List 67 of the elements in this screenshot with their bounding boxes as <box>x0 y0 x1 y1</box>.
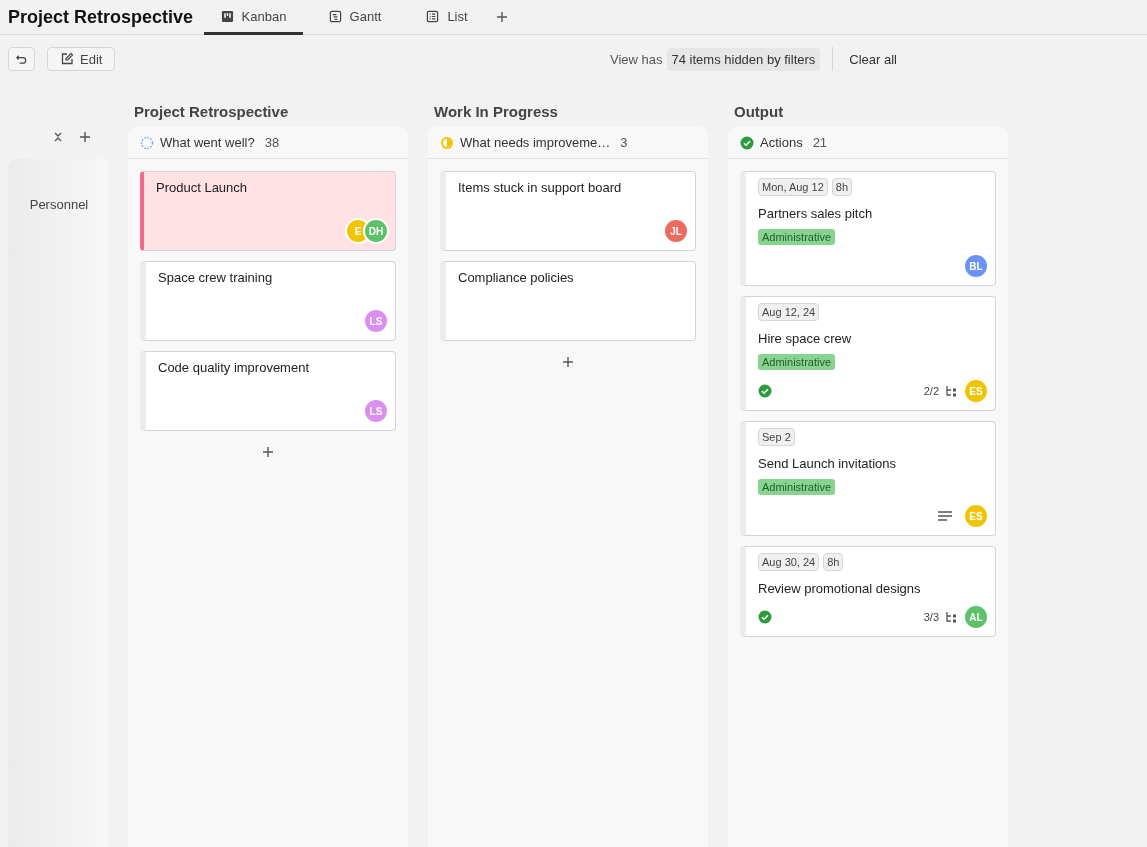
clear-all-button[interactable]: Clear all <box>845 51 901 67</box>
avatar: JL <box>663 218 689 244</box>
card-title: Items stuck in support board <box>458 179 623 195</box>
card-title: Review promotional designs <box>758 580 922 596</box>
date-chip: 8h <box>831 178 853 196</box>
avatar: ES <box>963 378 989 404</box>
group-title: Project Retrospective <box>133 101 290 122</box>
avatar: LS <box>363 308 389 334</box>
undo-button[interactable] <box>8 47 35 71</box>
card-title: Send Launch invitations <box>758 455 898 471</box>
view-tab[interactable]: Gantt <box>303 0 407 35</box>
card-title: Compliance policies <box>458 269 575 285</box>
pencil-square-icon <box>60 52 74 66</box>
task-card[interactable]: Code quality improvement LS <box>140 351 396 431</box>
subtasks-icon <box>945 385 957 397</box>
task-card[interactable]: Mon, Aug 12 8h Partners sales pitch Administrative BL <box>740 171 996 286</box>
category-tag: Administrative <box>758 479 836 495</box>
avatar: DH <box>363 218 389 244</box>
item-count: 38 <box>264 135 280 150</box>
plus-icon <box>78 130 92 144</box>
task-card[interactable]: Items stuck in support board JL <box>440 171 696 251</box>
hidden-items-badge: 74 items hidden by filters <box>666 47 821 71</box>
item-count: 3 <box>620 135 628 150</box>
status-label: What needs improveme… <box>460 135 611 150</box>
date-chip: Aug 12, 24 <box>758 303 820 321</box>
card-title: Code quality improvement <box>158 359 311 375</box>
gantt-icon <box>328 9 342 23</box>
subtask-count: 3/3 <box>923 611 939 623</box>
page-title: Project Retrospective <box>8 6 195 28</box>
list-icon <box>426 9 440 23</box>
task-card[interactable]: Sep 2 Send Launch invitations Administrative ES <box>740 421 996 536</box>
date-chip: Mon, Aug 12 <box>758 178 828 196</box>
swimlane-label: Personnel <box>28 197 89 212</box>
task-card[interactable]: Aug 12, 24 Hire space crew Administrative 2/2 ES <box>740 296 996 411</box>
card-title: Space crew training <box>158 269 274 285</box>
task-card[interactable]: Space crew training LS <box>140 261 396 341</box>
filter-note: View has <box>610 51 663 67</box>
item-count: 21 <box>812 135 828 150</box>
card-title: Hire space crew <box>758 330 853 346</box>
view-tab[interactable]: Kanban <box>204 0 303 35</box>
subtask-count: 2/2 <box>923 385 939 397</box>
edit-button[interactable]: Edit <box>47 47 116 71</box>
date-chip: Sep 2 <box>758 428 795 446</box>
subtasks-icon <box>945 611 957 623</box>
avatar: BL <box>963 253 989 279</box>
date-chip: 8h <box>823 553 844 571</box>
date-chip: Aug 30, 24 <box>758 553 820 571</box>
view-tab[interactable]: List <box>407 0 487 35</box>
avatar: LS <box>363 398 389 424</box>
group-title: Output <box>733 101 785 122</box>
task-card[interactable]: Compliance policies <box>440 261 696 341</box>
task-card[interactable]: Aug 30, 24 8h Review promotional designs 3/3 AL <box>740 546 996 637</box>
avatar: ES <box>963 503 989 529</box>
task-card[interactable]: Product Launch E DH <box>140 171 396 251</box>
plus-icon <box>261 445 275 459</box>
category-tag: Administrative <box>758 229 836 245</box>
status-label: Actions <box>760 135 803 150</box>
plus-icon <box>495 10 509 24</box>
card-title: Partners sales pitch <box>758 205 874 221</box>
plus-icon <box>561 355 575 369</box>
card-title: Product Launch <box>156 179 249 195</box>
status-label: What went well? <box>160 135 255 150</box>
group-title: Work In Progress <box>433 101 559 122</box>
collapse-icon <box>52 131 64 143</box>
avatar: AL <box>963 604 989 630</box>
kanban-icon <box>220 9 234 23</box>
category-tag: Administrative <box>758 354 836 370</box>
